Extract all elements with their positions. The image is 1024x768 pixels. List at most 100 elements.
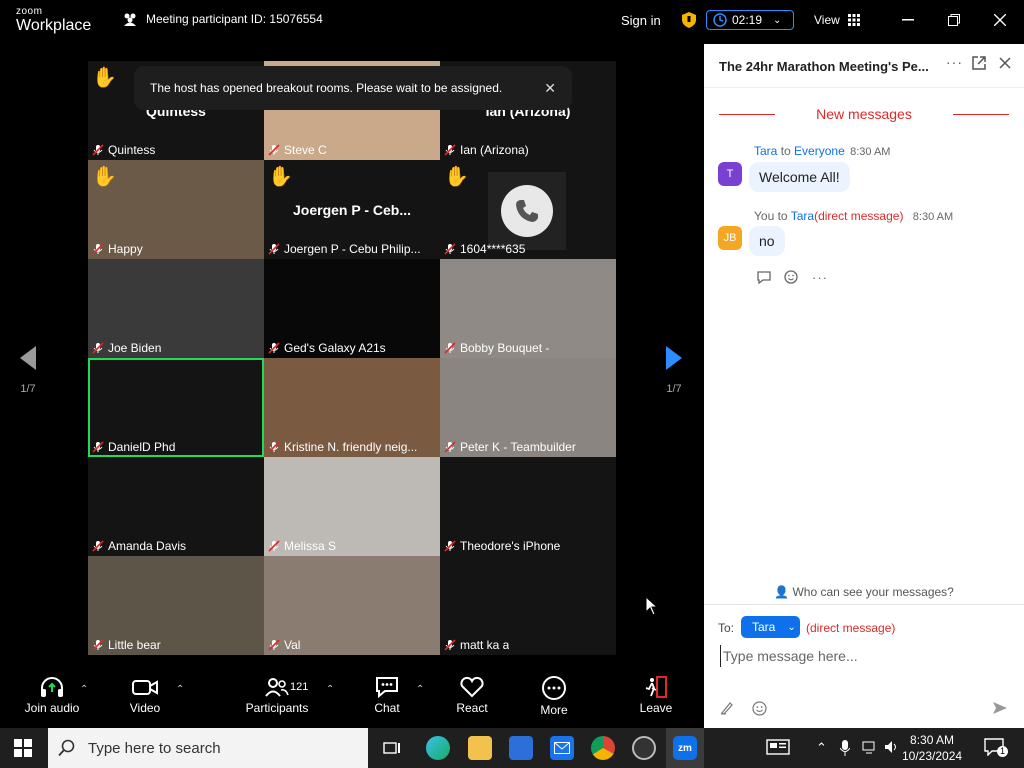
recipient-name[interactable]: Tara [791,209,814,223]
video-tile[interactable]: Bobby Bouquet - [440,259,616,358]
direct-message-tag: (direct message) [814,209,904,223]
muted-mic-icon [444,243,456,255]
zoom-taskbar-button[interactable]: zm [666,728,704,768]
participant-name-label: Happy [92,242,143,256]
zoom-app-icon: zm [673,736,697,760]
video-tile[interactable]: Joe Biden [88,259,264,358]
video-tile[interactable]: Little bear [88,556,264,655]
close-icon[interactable] [990,10,1010,30]
message-input[interactable] [720,645,1010,667]
sender-name[interactable]: Tara [754,144,777,158]
windows-start-icon[interactable] [14,739,32,757]
video-tile[interactable]: Amanda Davis [88,457,264,556]
edge-icon[interactable] [426,736,450,760]
caret-up-icon[interactable]: ⌃ [80,684,88,695]
avatar[interactable]: T [718,162,742,186]
video-tile[interactable]: Kristine N. friendly neig... [264,358,440,457]
video-tile[interactable]: Val [264,556,440,655]
video-button[interactable]: Video ⌃ [120,676,184,715]
caret-up-icon[interactable]: ⌃ [416,684,424,695]
video-tile[interactable]: Theodore's iPhone [440,457,616,556]
news-widget-icon[interactable] [766,738,790,759]
participants-count: 121 [290,681,309,693]
muted-mic-icon [444,441,456,453]
video-tile[interactable]: ✋ 1604****635 [440,160,616,259]
shield-icon[interactable] [682,12,696,33]
chat-header: The 24hr Marathon Meeting's Pe... ··· [704,44,1024,88]
task-view-icon[interactable] [380,736,404,760]
sign-in-button[interactable]: Sign in [621,13,661,28]
avatar[interactable]: JB [718,226,742,250]
volume-icon[interactable] [884,740,900,757]
participant-name: Melissa S [284,539,337,553]
who-can-see-link[interactable]: 👤 Who can see your messages? [704,580,1024,604]
add-reaction-icon[interactable] [784,270,800,284]
zoom-window: zoom Workplace Meeting participant ID: 1… [0,0,1024,768]
message-bubble[interactable]: Welcome All! [749,162,850,192]
send-icon[interactable] [992,701,1008,718]
react-button[interactable]: React [450,676,494,715]
muted-mic-icon [268,144,280,156]
microsoft-store-icon[interactable] [509,736,533,760]
chevron-down-icon: ⌄ [773,14,782,26]
format-text-icon[interactable] [720,701,734,718]
notifications-icon[interactable]: 1 [984,738,1008,759]
next-page-button[interactable]: 1/7 [664,344,684,395]
meeting-timer[interactable]: 02:19 ⌄ [706,10,794,30]
recipient-dropdown[interactable]: Tara ⌄ [741,616,800,638]
caret-up-icon[interactable]: ⌃ [326,684,334,695]
participant-name: Quintess [108,143,156,157]
arrow-right-icon [666,346,682,370]
mouse-cursor-icon [645,596,659,616]
pop-out-icon[interactable] [972,56,986,73]
video-tile[interactable]: Ged's Galaxy A21s [264,259,440,358]
participants-icon [265,678,289,697]
message-bubble[interactable]: no [749,226,785,256]
file-explorer-icon[interactable] [468,736,492,760]
video-tile[interactable]: Peter K - Teambuilder [440,358,616,457]
close-chat-icon[interactable] [999,56,1011,72]
emoji-icon[interactable] [752,701,767,719]
mail-icon[interactable] [550,736,574,760]
more-options-icon[interactable]: ··· [946,54,963,70]
chrome-icon[interactable] [591,736,615,760]
chat-button[interactable]: Chat ⌃ [364,676,424,715]
more-button[interactable]: More [532,676,576,717]
leave-button[interactable]: Leave [636,676,676,715]
video-tile[interactable]: ✋ Happy [88,160,264,259]
close-notification-icon[interactable]: ✕ [544,80,556,97]
video-tile[interactable]: DanielD Phd [88,358,264,457]
logo-top: zoom [16,6,43,17]
network-icon[interactable] [862,740,878,757]
chevron-up-icon[interactable]: ⌃ [816,740,827,756]
video-tile[interactable]: Melissa S [264,457,440,556]
recipient-name[interactable]: Everyone [794,144,845,158]
previous-page-button[interactable]: 1/7 [18,344,38,395]
chat-panel: The 24hr Marathon Meeting's Pe... ··· Ne… [704,44,1024,728]
gallery-view: The host has opened breakout rooms. Plea… [0,44,704,670]
clock-time: 8:30 AM [910,733,955,747]
obs-icon[interactable] [632,736,656,760]
caret-up-icon[interactable]: ⌃ [176,684,184,695]
view-button[interactable]: View [814,13,860,27]
headphones-icon [41,677,63,697]
phone-avatar [488,172,566,250]
restore-icon[interactable] [944,10,964,30]
participant-id: Meeting participant ID: 15076554 [122,12,323,26]
participant-name: Joergen P - Cebu Philip... [284,242,421,256]
participant-name-label: Peter K - Teambuilder [444,440,576,454]
join-audio-button[interactable]: Join audio ⌃ [22,676,88,715]
reply-icon[interactable] [756,270,772,284]
taskbar-search[interactable]: Type here to search [48,728,368,768]
who-can-see-text: Who can see your messages? [792,585,954,599]
windows-taskbar: Type here to search zm ⌃ 8:30 AM 10/23/2… [0,728,1024,768]
system-clock[interactable]: 8:30 AM 10/23/2024 [902,732,962,764]
muted-mic-icon [268,243,280,255]
more-icon[interactable]: ··· [812,270,828,285]
raised-hand-icon: ✋ [92,166,117,188]
video-tile[interactable]: matt ka a [440,556,616,655]
minimize-icon[interactable] [898,10,918,30]
video-tile[interactable]: ✋ Joergen P - Ceb... Joergen P - Cebu Phil… [264,160,440,259]
participants-button[interactable]: 121 Participants ⌃ [244,676,334,715]
microphone-icon[interactable] [839,740,851,759]
